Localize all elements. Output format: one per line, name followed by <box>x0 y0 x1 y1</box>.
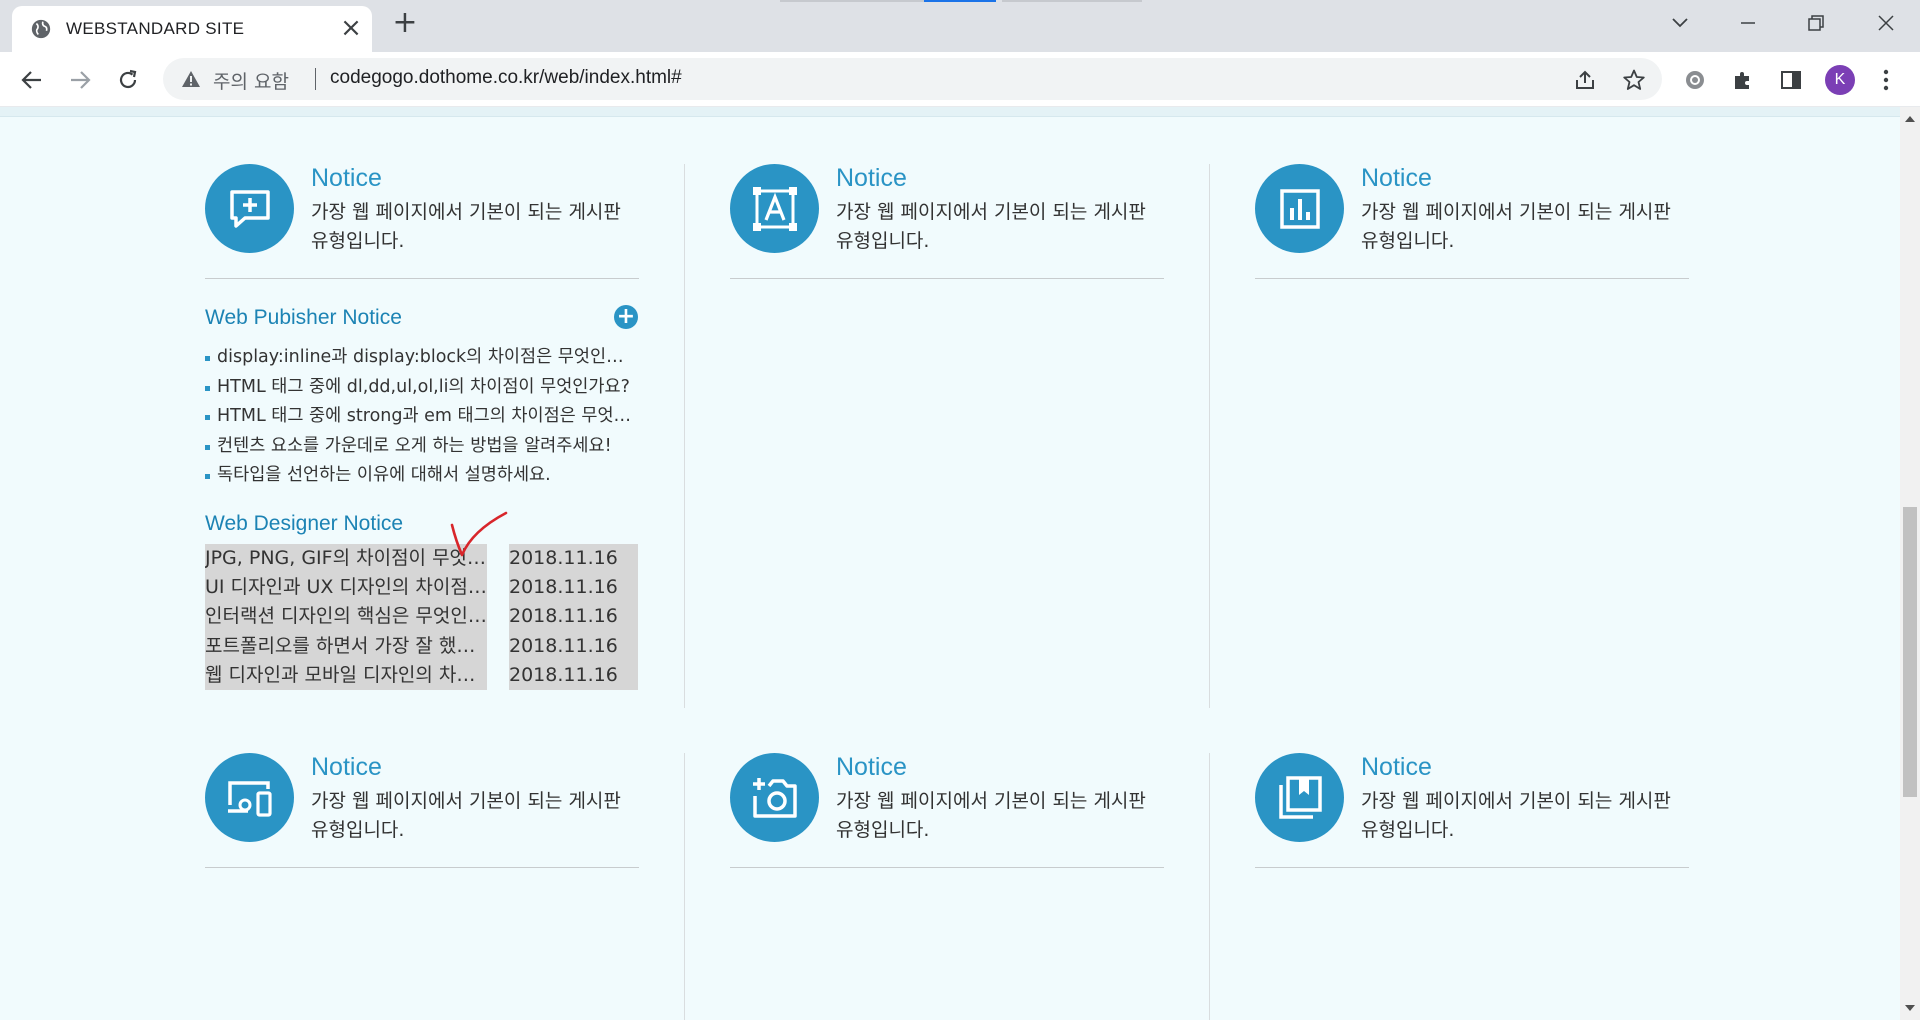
card-title[interactable]: Notice <box>311 164 382 193</box>
tab-search-icon[interactable] <box>1660 6 1700 40</box>
card-title[interactable]: Notice <box>836 753 907 782</box>
designer-notice-titles: JPG, PNG, GIF의 차이점이 무엇인가요? UI 디자인과 UX 디자… <box>205 544 487 690</box>
card-divider <box>730 867 1164 868</box>
tab-loading-indicator <box>924 0 996 2</box>
card-title[interactable]: Notice <box>836 164 907 193</box>
page-scrollbar[interactable] <box>1900 107 1920 1020</box>
card-title[interactable]: Notice <box>1361 164 1432 193</box>
date-text: 2018.11.16 <box>509 605 618 628</box>
library-icon[interactable] <box>1255 753 1344 842</box>
chat-plus-icon[interactable] <box>205 164 294 253</box>
designer-notice-dates: 2018.11.16 2018.11.16 2018.11.16 2018.11… <box>509 544 638 690</box>
card-description: 가장 웹 페이지에서 기본이 되는 게시판 유형입니다. <box>1361 201 1671 252</box>
list-item[interactable]: 인터랙션 디자인의 핵심은 무엇인가요? <box>205 602 487 631</box>
card-divider <box>205 278 639 279</box>
menu-kebab-icon[interactable] <box>1872 66 1900 94</box>
globe-icon <box>31 19 51 39</box>
minimize-icon[interactable] <box>1728 6 1768 40</box>
security-warning-text[interactable]: 주의 요함 <box>213 67 289 94</box>
column-divider <box>1209 164 1210 708</box>
warning-icon <box>182 71 200 87</box>
tab-strip-indicator <box>780 0 930 2</box>
designer-notice-title[interactable]: Web Designer Notice <box>205 512 403 536</box>
list-item[interactable]: 포트폴리오를 하면서 가장 잘 했던 점은? <box>205 632 487 661</box>
bar-chart-icon[interactable] <box>1255 164 1344 253</box>
card-divider <box>1255 867 1689 868</box>
tab-title: WEBSTANDARD SITE <box>66 19 245 38</box>
extensions-puzzle-icon[interactable] <box>1729 66 1757 94</box>
checkmark-annotation-icon <box>450 511 508 557</box>
list-item[interactable]: 웹 디자인과 모바일 디자인의 차이점은? <box>205 661 487 690</box>
side-panel-icon[interactable] <box>1777 66 1805 94</box>
address-bar[interactable]: 주의 요함 codegogo.dothome.co.kr/web/index.h… <box>163 58 1662 100</box>
date-text: 2018.11.16 <box>509 634 618 657</box>
reload-icon[interactable] <box>112 64 144 96</box>
list-item[interactable]: display:inline과 display:block의 차이점은 무엇인가… <box>205 343 639 373</box>
column-divider <box>684 753 685 1020</box>
new-tab-icon[interactable]: + <box>390 8 420 40</box>
close-window-icon[interactable] <box>1866 6 1906 40</box>
text-frame-icon[interactable] <box>730 164 819 253</box>
extension-gear-icon[interactable] <box>1681 66 1709 94</box>
star-icon[interactable] <box>1622 68 1646 92</box>
browser-toolbar: 주의 요함 codegogo.dothome.co.kr/web/index.h… <box>0 52 1920 107</box>
publisher-notice-list: display:inline과 display:block의 차이점은 무엇인가… <box>205 343 639 491</box>
share-icon[interactable] <box>1573 68 1597 92</box>
column-divider <box>1209 753 1210 1020</box>
page-viewport: Notice 가장 웹 페이지에서 기본이 되는 게시판 유형입니다. Noti… <box>0 107 1900 1020</box>
card-description: 가장 웹 페이지에서 기본이 되는 게시판 유형입니다. <box>311 790 621 841</box>
header-edge <box>0 107 1900 117</box>
forward-icon[interactable] <box>64 64 96 96</box>
profile-avatar[interactable]: K <box>1825 65 1855 95</box>
list-item[interactable]: JPG, PNG, GIF의 차이점이 무엇인가요? <box>205 544 487 573</box>
date-text: 2018.11.16 <box>509 576 618 599</box>
restore-icon[interactable] <box>1796 6 1836 40</box>
url-text[interactable]: codegogo.dothome.co.kr/web/index.html# <box>330 67 682 89</box>
card-description: 가장 웹 페이지에서 기본이 되는 게시판 유형입니다. <box>836 201 1146 252</box>
back-icon[interactable] <box>16 64 48 96</box>
card-divider <box>1255 278 1689 279</box>
card-divider <box>205 867 639 868</box>
tab-close-icon[interactable]: × <box>338 15 364 41</box>
omnibox-separator <box>315 68 316 90</box>
card-divider <box>730 278 1164 279</box>
scroll-up-icon[interactable] <box>1904 113 1916 125</box>
card-title[interactable]: Notice <box>1361 753 1432 782</box>
date-text: 2018.11.16 <box>509 547 618 569</box>
card-description: 가장 웹 페이지에서 기본이 되는 게시판 유형입니다. <box>1361 790 1671 841</box>
list-item[interactable]: HTML 태그 중에 strong과 em 태그의 차이점은 무엇인가요? <box>205 402 639 432</box>
camera-plus-icon[interactable] <box>730 753 819 842</box>
list-item[interactable]: 독타입을 선언하는 이유에 대해서 설명하세요. <box>205 461 639 491</box>
scroll-thumb[interactable] <box>1903 507 1917 797</box>
more-plus-icon[interactable]: + <box>614 305 638 329</box>
column-divider <box>684 164 685 708</box>
scroll-down-icon[interactable] <box>1904 1002 1916 1014</box>
card-description: 가장 웹 페이지에서 기본이 되는 게시판 유형입니다. <box>311 201 621 252</box>
list-item[interactable]: HTML 태그 중에 dl,dd,ul,ol,li의 차이점이 무엇인가요? <box>205 373 639 403</box>
card-description: 가장 웹 페이지에서 기본이 되는 게시판 유형입니다. <box>836 790 1146 841</box>
devices-icon[interactable] <box>205 753 294 842</box>
list-item[interactable]: 컨텐츠 요소를 가운데로 오게 하는 방법을 알려주세요! <box>205 432 639 462</box>
publisher-notice-title[interactable]: Web Pubisher Notice <box>205 306 402 330</box>
date-text: 2018.11.16 <box>509 663 618 686</box>
card-title[interactable]: Notice <box>311 753 382 782</box>
list-item[interactable]: UI 디자인과 UX 디자인의 차이점은? <box>205 573 487 602</box>
tab-strip-indicator-2 <box>1002 0 1142 2</box>
tab-strip: WEBSTANDARD SITE × + <box>0 0 1920 52</box>
active-tab[interactable]: WEBSTANDARD SITE × <box>12 6 372 52</box>
